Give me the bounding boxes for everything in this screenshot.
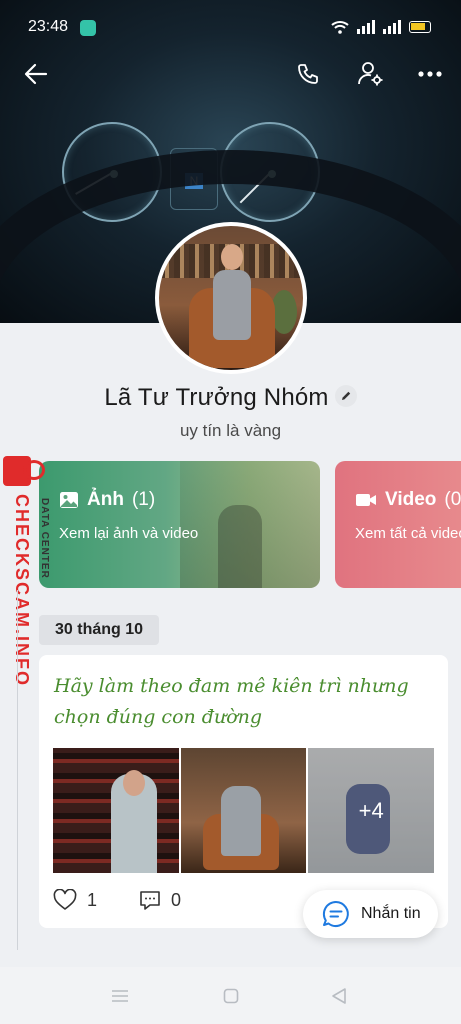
watermark-text: CHECKSCAM.INFO: [12, 494, 32, 687]
lock-icon: [3, 456, 45, 486]
back-arrow-icon: [24, 63, 48, 85]
comment-count: 0: [171, 889, 182, 910]
timeline-date: 30 tháng 10: [39, 615, 160, 645]
signal-icon: [383, 20, 401, 34]
comment-button[interactable]: 0: [139, 889, 181, 911]
more-photos-count: +4: [308, 748, 435, 873]
status-bar: 23:48: [0, 0, 461, 56]
message-button[interactable]: Nhắn tin: [303, 890, 438, 938]
top-nav: [0, 56, 461, 92]
photos-card-title: Ảnh: [87, 489, 124, 510]
call-button[interactable]: [290, 56, 326, 92]
photos-card-count: (1): [131, 489, 156, 510]
like-button[interactable]: 1: [53, 889, 97, 911]
videos-card-title: Video: [385, 489, 437, 510]
like-count: 1: [87, 889, 98, 910]
phone-icon: [298, 64, 318, 84]
battery-icon: [409, 21, 431, 33]
profile-name: Lã Tư Trưởng Nhóm: [104, 384, 329, 411]
post-photo-more[interactable]: +4: [308, 748, 435, 873]
status-time: 23:48: [28, 18, 69, 35]
back-icon: [332, 988, 346, 1004]
menu-icon: [112, 990, 128, 1002]
edit-name-button[interactable]: [334, 385, 357, 407]
post-photos: +4: [53, 748, 435, 873]
more-icon: [418, 71, 442, 77]
avatar[interactable]: [155, 222, 307, 374]
photos-card[interactable]: Ảnh (1) Xem lại ảnh và video: [39, 461, 320, 588]
profile-name-row: Lã Tư Trưởng Nhóm: [0, 384, 461, 412]
chat-icon: [322, 900, 349, 927]
timeline-line: [17, 590, 18, 950]
post-photo[interactable]: [180, 748, 307, 873]
profile-bio: uy tín là vàng: [179, 421, 282, 440]
home-icon: [223, 988, 239, 1004]
back-nav-button[interactable]: [328, 985, 350, 1007]
comment-icon: [140, 891, 160, 910]
wifi-icon: [331, 21, 349, 34]
profile-settings-button[interactable]: [352, 56, 388, 92]
home-button[interactable]: [220, 985, 242, 1007]
photos-card-desc: Xem lại ảnh và video: [59, 525, 199, 542]
edit-icon: [341, 391, 350, 400]
user-settings-icon: [358, 62, 383, 86]
post-text: Hãy làm theo đam mê kiên trì nhưng chọn …: [54, 675, 409, 728]
menu-button[interactable]: [109, 985, 131, 1007]
videos-card[interactable]: Video (0) Xem tất cả video: [335, 461, 461, 588]
watermark-subtext: DATA CENTER: [39, 498, 50, 579]
notification-icon: [80, 20, 96, 36]
signal-icon: [357, 20, 375, 34]
heart-icon: [53, 889, 77, 910]
videos-card-count: (0): [444, 489, 461, 510]
more-button[interactable]: [412, 56, 448, 92]
timeline-post[interactable]: Hãy làm theo đam mê kiên trì nhưng chọn …: [39, 655, 448, 928]
message-button-label: Nhắn tin: [361, 905, 421, 922]
back-button[interactable]: [18, 56, 54, 92]
video-icon: [356, 494, 376, 506]
post-photo[interactable]: [53, 748, 179, 873]
videos-card-desc: Xem tất cả video: [355, 525, 461, 542]
system-nav-bar: [0, 967, 461, 1024]
image-icon: [60, 492, 78, 508]
